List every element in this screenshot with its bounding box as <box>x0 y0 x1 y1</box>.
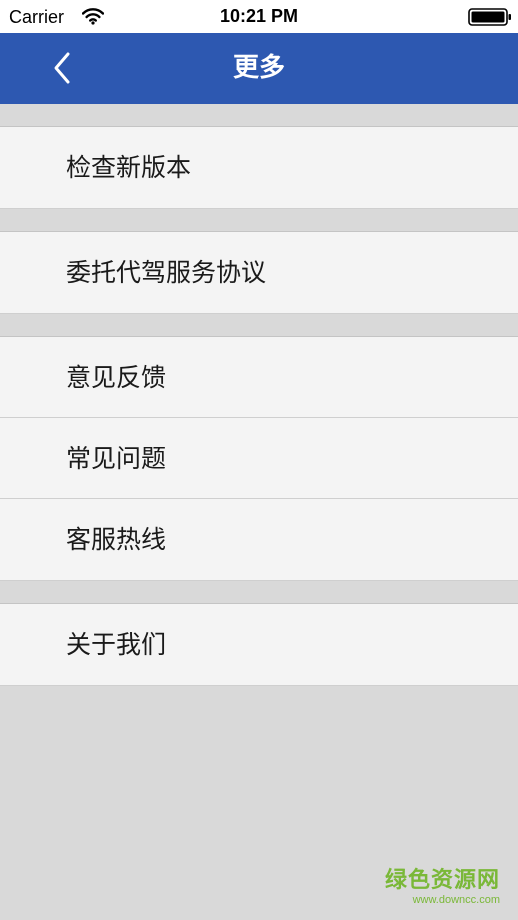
watermark: 绿色资源网 www.downcc.com <box>385 868 500 907</box>
section-divider <box>0 104 518 127</box>
section-divider <box>0 314 518 337</box>
menu-item-hotline[interactable]: 客服热线 <box>0 499 518 580</box>
watermark-title: 绿色资源网 <box>384 868 500 893</box>
chevron-left-icon <box>54 52 70 84</box>
section-divider <box>0 209 518 232</box>
menu-item-feedback[interactable]: 意见反馈 <box>0 337 518 418</box>
menu-item-faq[interactable]: 常见问题 <box>0 418 518 499</box>
menu-group-agreement: 委托代驾服务协议 <box>0 232 518 314</box>
menu-group-update: 检查新版本 <box>0 127 518 209</box>
menu-list: 检查新版本 委托代驾服务协议 意见反馈 常见问题 客服热线 关于我们 <box>0 104 518 686</box>
watermark-url: www.downcc.com <box>412 894 500 906</box>
battery-icon <box>468 8 511 26</box>
status-bar: Carrier 10:21 PM <box>0 0 518 33</box>
menu-item-about-us[interactable]: 关于我们 <box>0 604 518 685</box>
clock-time: 10:21 PM <box>219 6 299 26</box>
section-divider <box>0 581 518 604</box>
menu-group-about: 关于我们 <box>0 604 518 686</box>
navigation-bar: 更多 <box>0 33 518 104</box>
menu-item-service-agreement[interactable]: 委托代驾服务协议 <box>0 232 518 313</box>
menu-item-check-update[interactable]: 检查新版本 <box>0 127 518 208</box>
back-button[interactable] <box>40 46 84 90</box>
menu-group-support: 意见反馈 常见问题 客服热线 <box>0 337 518 581</box>
